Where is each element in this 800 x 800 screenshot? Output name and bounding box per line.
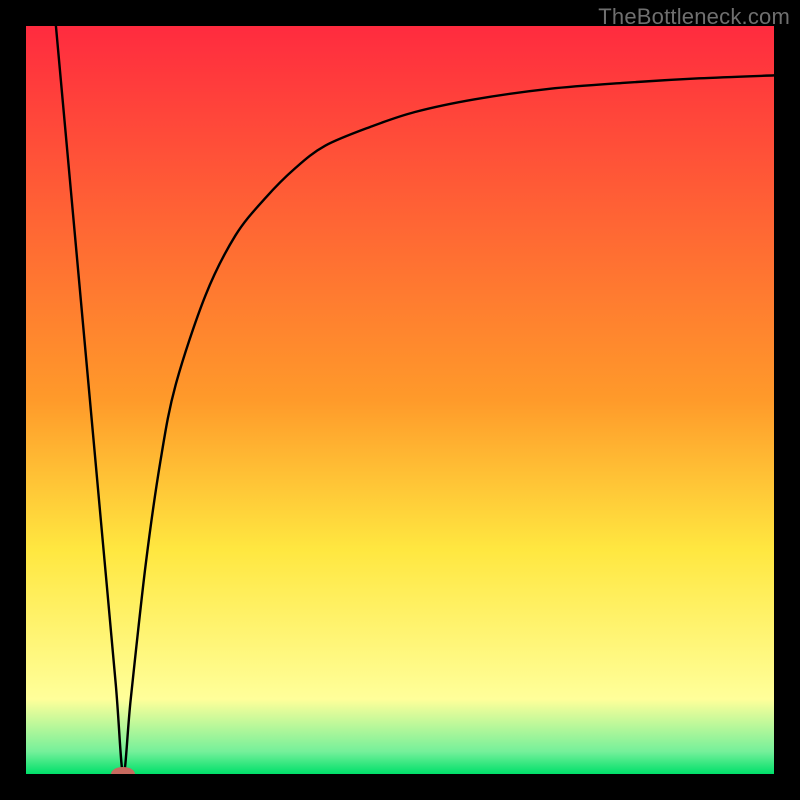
chart-container: TheBottleneck.com [0,0,800,800]
bottleneck-curve [26,26,774,774]
plot-area [26,26,774,774]
